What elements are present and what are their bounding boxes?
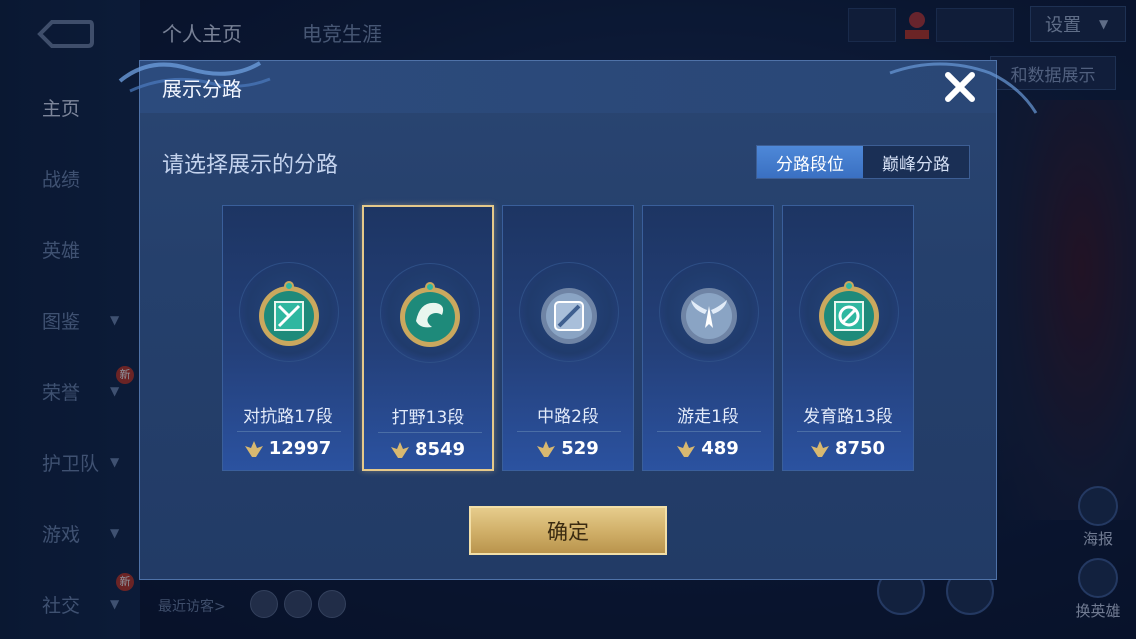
score-row: 8750 xyxy=(783,438,913,459)
lane-score: 8549 xyxy=(414,439,466,460)
lane-score: 489 xyxy=(701,438,739,459)
close-icon[interactable] xyxy=(940,67,980,107)
peak-points-icon xyxy=(810,440,829,457)
tab-lane-rank[interactable]: 分路段位 xyxy=(757,146,863,178)
dialog-title: 展示分路 xyxy=(162,77,242,101)
lane-card-jungle[interactable]: 打野13段 8549 xyxy=(362,205,494,471)
score-row: 489 xyxy=(643,438,773,459)
card-divider xyxy=(378,432,482,433)
score-row: 12997 xyxy=(223,438,353,459)
score-row: 8549 xyxy=(364,439,492,460)
clash-lane-emblem-icon xyxy=(259,281,319,346)
card-divider xyxy=(657,431,761,432)
lane-card-mid[interactable]: 中路2段 529 xyxy=(502,205,634,471)
lane-rank-label: 对抗路17段 xyxy=(243,407,333,427)
score-row: 529 xyxy=(503,438,633,459)
roam-wings-emblem-icon xyxy=(681,288,737,344)
peak-points-icon xyxy=(244,440,263,457)
lane-rank-label: 游走1段 xyxy=(677,407,739,427)
farm-lane-emblem-icon xyxy=(819,281,879,346)
peak-points-icon xyxy=(390,441,409,458)
lane-card-farm[interactable]: 发育路13段 8750 xyxy=(782,205,914,471)
lane-display-dialog: 展示分路 请选择展示的分路 分路段位 巅峰分路 对抗路17段 12997 打野1… xyxy=(118,60,1038,580)
lane-card-clash[interactable]: 对抗路17段 12997 xyxy=(222,205,354,471)
lane-rank-label: 中路2段 xyxy=(537,407,599,427)
jungle-dragon-emblem-icon xyxy=(400,282,460,347)
confirm-button[interactable]: 确定 xyxy=(469,506,667,555)
tab-peak-lane[interactable]: 巅峰分路 xyxy=(863,146,969,178)
dialog-header: 展示分路 xyxy=(118,61,1038,114)
dialog-body: 请选择展示的分路 分路段位 巅峰分路 对抗路17段 12997 打野13段 85… xyxy=(140,113,996,579)
lane-score: 8750 xyxy=(834,438,886,459)
peak-points-icon xyxy=(677,440,696,457)
confirm-label: 确定 xyxy=(547,519,589,544)
card-divider xyxy=(797,431,901,432)
lane-score: 12997 xyxy=(268,438,332,459)
lane-rank-label: 打野13段 xyxy=(391,408,465,428)
lane-score: 529 xyxy=(561,438,599,459)
select-lane-prompt: 请选择展示的分路 xyxy=(162,153,339,178)
mid-lane-emblem-icon xyxy=(541,288,597,344)
lane-rank-label: 发育路13段 xyxy=(803,407,893,427)
card-divider xyxy=(517,431,621,432)
lane-type-toggle: 分路段位 巅峰分路 xyxy=(756,145,970,179)
lane-card-roam[interactable]: 游走1段 489 xyxy=(642,205,774,471)
peak-points-icon xyxy=(537,440,556,457)
card-divider xyxy=(237,431,341,432)
